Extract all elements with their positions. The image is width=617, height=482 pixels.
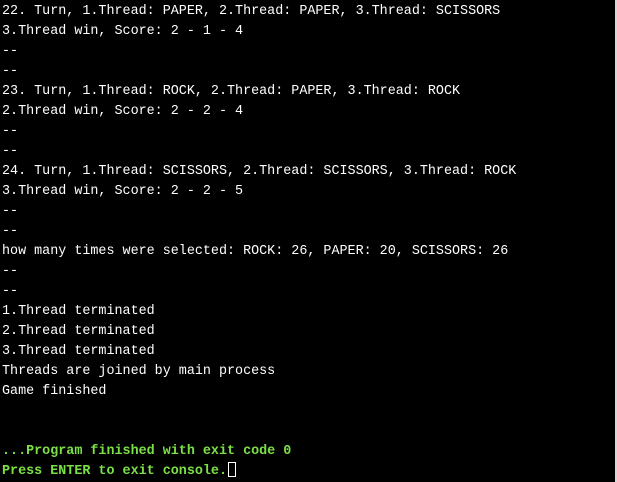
output-line-thread-2-terminated: 2.Thread terminated [2, 324, 155, 339]
output-line-separator: -- [2, 284, 19, 299]
exit-code-message: ...Program finished with exit code 0 [2, 444, 292, 459]
output-line-separator: -- [2, 64, 19, 79]
output-line-separator: -- [2, 264, 19, 279]
output-line-separator: -- [2, 224, 19, 239]
output-line-separator: -- [2, 124, 19, 139]
output-line-turn-24: 24. Turn, 1.Thread: SCISSORS, 2.Thread: … [2, 164, 517, 179]
output-line-result-23: 2.Thread win, Score: 2 - 2 - 4 [2, 104, 244, 119]
output-line-turn-22: 22. Turn, 1.Thread: PAPER, 2.Thread: PAP… [2, 4, 501, 19]
text-cursor [228, 462, 236, 477]
exit-prompt-line[interactable]: Press ENTER to exit console. [2, 462, 236, 482]
output-line-result-22: 3.Thread win, Score: 2 - 1 - 4 [2, 24, 244, 39]
output-line-thread-3-terminated: 3.Thread terminated [2, 344, 155, 359]
output-line-thread-1-terminated: 1.Thread terminated [2, 304, 155, 319]
exit-prompt-text: Press ENTER to exit console. [2, 464, 227, 479]
terminal-console[interactable]: 22. Turn, 1.Thread: PAPER, 2.Thread: PAP… [0, 0, 617, 482]
output-line-result-24: 3.Thread win, Score: 2 - 2 - 5 [2, 184, 244, 199]
output-line-separator: -- [2, 204, 19, 219]
output-line-threads-joined: Threads are joined by main process [2, 364, 276, 379]
output-line-selection-summary: how many times were selected: ROCK: 26, … [2, 244, 509, 259]
output-line-turn-23: 23. Turn, 1.Thread: ROCK, 2.Thread: PAPE… [2, 84, 461, 99]
output-line-separator: -- [2, 44, 19, 59]
output-line-separator: -- [2, 144, 19, 159]
output-line-game-finished: Game finished [2, 384, 107, 399]
